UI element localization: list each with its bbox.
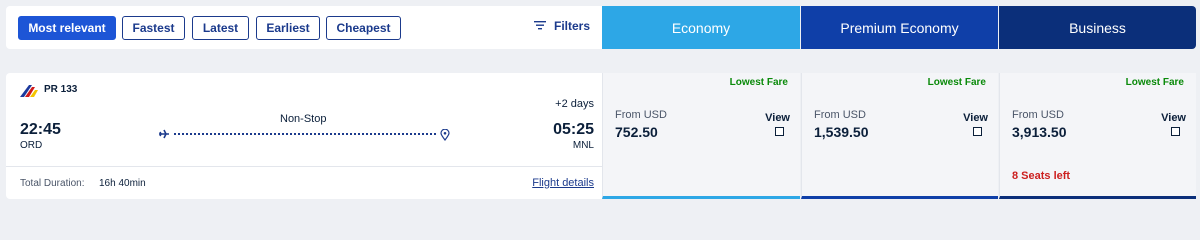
seats-left-notice: 8 Seats left [1012, 170, 1071, 182]
fare-business[interactable]: Lowest Fare From USD 3,913.50 View 8 Sea… [999, 73, 1196, 199]
lowest-fare-badge: Lowest Fare [927, 77, 986, 88]
fare-price: 752.50 [615, 124, 658, 140]
route-line [174, 133, 436, 135]
view-checkbox[interactable] [973, 127, 982, 136]
flight-info: PR 133 +2 days 22:45 ORD Non-Stop 05:25 … [6, 73, 602, 199]
sort-bar: Most relevant Fastest Latest Earliest Ch… [6, 6, 602, 49]
from-usd-label: From USD [814, 109, 866, 121]
view-checkbox[interactable] [1171, 127, 1180, 136]
flight-number: PR 133 [44, 84, 78, 95]
arrival-time: 05:25 [553, 121, 594, 138]
sort-earliest-button[interactable]: Earliest [256, 16, 320, 40]
filters-label: Filters [553, 19, 590, 33]
from-usd-label: From USD [1012, 109, 1064, 121]
flight-details-link[interactable]: Flight details [532, 177, 594, 189]
fare-economy[interactable]: Lowest Fare From USD 752.50 View [602, 73, 800, 199]
filters-button[interactable]: Filters [533, 19, 590, 33]
divider [6, 166, 602, 167]
sort-most-relevant-button[interactable]: Most relevant [18, 16, 116, 40]
lowest-fare-badge: Lowest Fare [729, 77, 788, 88]
sort-fastest-button[interactable]: Fastest [122, 16, 185, 40]
plane-icon [158, 127, 170, 139]
results-toolbar: Most relevant Fastest Latest Earliest Ch… [6, 6, 1196, 49]
total-duration-label: Total Duration: [20, 178, 85, 189]
flight-result-card: PR 133 +2 days 22:45 ORD Non-Stop 05:25 … [6, 73, 1196, 199]
fare-price: 1,539.50 [814, 124, 869, 140]
map-pin-icon [440, 128, 450, 142]
lowest-fare-badge: Lowest Fare [1125, 77, 1184, 88]
sort-latest-button[interactable]: Latest [192, 16, 249, 40]
stops-label: Non-Stop [280, 113, 327, 125]
day-offset: +2 days [555, 98, 594, 110]
filter-lines-icon [533, 19, 546, 33]
view-label: View [1161, 112, 1186, 124]
view-checkbox[interactable] [775, 127, 784, 136]
airline-logo [20, 84, 42, 97]
departure-airport: ORD [20, 140, 43, 151]
from-usd-label: From USD [615, 109, 667, 121]
tab-economy[interactable]: Economy [602, 6, 800, 49]
view-label: View [765, 112, 790, 124]
tab-premium-economy[interactable]: Premium Economy [801, 6, 998, 49]
sort-cheapest-button[interactable]: Cheapest [326, 16, 401, 40]
arrival-airport: MNL [572, 140, 594, 151]
total-duration-value: 16h 40min [99, 178, 146, 189]
fare-price: 3,913.50 [1012, 124, 1067, 140]
tab-business[interactable]: Business [999, 6, 1196, 49]
fare-premium-economy[interactable]: Lowest Fare From USD 1,539.50 View [801, 73, 998, 199]
departure-time: 22:45 [20, 121, 61, 138]
view-label: View [963, 112, 988, 124]
